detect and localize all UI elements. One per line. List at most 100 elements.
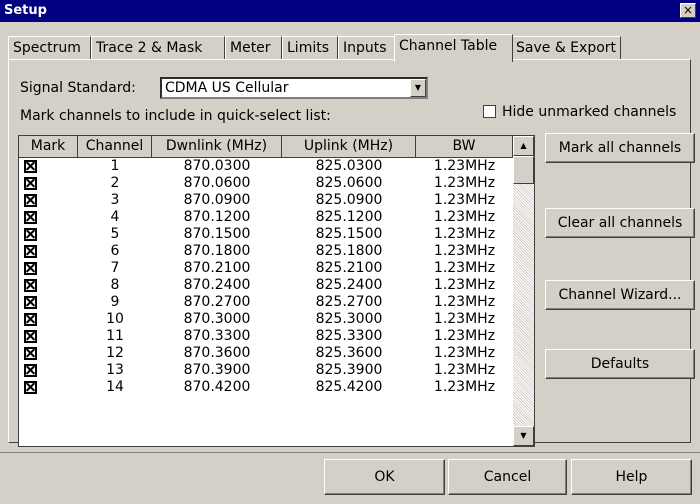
checked-box-icon[interactable]	[24, 330, 37, 343]
channel-table: Mark Channel Dwnlink (MHz) Uplink (MHz) …	[18, 135, 535, 447]
dwnlink-cell: 870.2400	[183, 277, 251, 293]
channel-cell: 8	[110, 277, 120, 293]
table-row[interactable]: 10 870.3000 825.3000 1.23MHz	[19, 311, 514, 328]
channel-cell: 13	[106, 362, 124, 378]
header-uplink[interactable]: Uplink (MHz)	[282, 136, 416, 158]
bw-cell: 1.23MHz	[433, 158, 496, 174]
dwnlink-cell: 870.0300	[183, 158, 251, 174]
checked-box-icon[interactable]	[24, 381, 37, 394]
table-row[interactable]: 7 870.2100 825.2100 1.23MHz	[19, 260, 514, 277]
dwnlink-cell: 870.3000	[183, 311, 251, 327]
dwnlink-cell: 870.3300	[183, 328, 251, 344]
bw-cell: 1.23MHz	[433, 226, 496, 242]
mark-instructions: Mark channels to include in quick-select…	[20, 108, 331, 124]
channel-cell: 5	[110, 226, 120, 242]
dwnlink-cell: 870.0900	[183, 192, 251, 208]
uplink-cell: 825.4200	[315, 379, 383, 395]
table-row[interactable]: 11 870.3300 825.3300 1.23MHz	[19, 328, 514, 345]
header-bw[interactable]: BW	[416, 136, 513, 158]
table-row[interactable]: 3 870.0900 825.0900 1.23MHz	[19, 192, 514, 209]
checked-box-icon[interactable]	[24, 296, 37, 309]
channel-wizard-button[interactable]: Channel Wizard...	[545, 280, 695, 310]
uplink-cell: 825.1500	[315, 226, 383, 242]
channel-cell: 12	[106, 345, 124, 361]
table-row[interactable]: 1 870.0300 825.0300 1.23MHz	[19, 158, 514, 175]
table-row[interactable]: 4 870.1200 825.1200 1.23MHz	[19, 209, 514, 226]
tab-inputs[interactable]: Inputs	[338, 36, 396, 60]
dwnlink-cell: 870.1500	[183, 226, 251, 242]
checked-box-icon[interactable]	[24, 262, 37, 275]
header-channel[interactable]: Channel	[78, 136, 152, 158]
signal-standard-dropdown[interactable]: CDMA US Cellular ▼	[160, 77, 428, 99]
uplink-cell: 825.2100	[315, 260, 383, 276]
mark-all-channels-button[interactable]: Mark all channels	[545, 133, 695, 163]
help-button[interactable]: Help	[571, 459, 692, 495]
dwnlink-cell: 870.1800	[183, 243, 251, 259]
checked-box-icon[interactable]	[24, 160, 37, 173]
clear-all-channels-button[interactable]: Clear all channels	[545, 208, 695, 238]
table-row[interactable]: 8 870.2400 825.2400 1.23MHz	[19, 277, 514, 294]
bw-cell: 1.23MHz	[433, 192, 496, 208]
tab-channel-table[interactable]: Channel Table	[394, 34, 513, 62]
channel-cell: 11	[106, 328, 124, 344]
ok-button[interactable]: OK	[324, 459, 445, 495]
channel-cell: 9	[110, 294, 120, 310]
checked-box-icon[interactable]	[24, 211, 37, 224]
header-mark[interactable]: Mark	[19, 136, 78, 158]
channel-cell: 6	[110, 243, 120, 259]
checked-box-icon[interactable]	[24, 194, 37, 207]
tab-trace2-mask[interactable]: Trace 2 & Mask	[91, 36, 225, 60]
channel-cell: 2	[110, 175, 120, 191]
table-row[interactable]: 13 870.3900 825.3900 1.23MHz	[19, 362, 514, 379]
dwnlink-cell: 870.2700	[183, 294, 251, 310]
channel-cell: 3	[110, 192, 120, 208]
scroll-up-icon[interactable]: ▲	[513, 136, 534, 156]
bw-cell: 1.23MHz	[433, 260, 496, 276]
bw-cell: 1.23MHz	[433, 209, 496, 225]
bw-cell: 1.23MHz	[433, 243, 496, 259]
uplink-cell: 825.0600	[315, 175, 383, 191]
dwnlink-cell: 870.4200	[183, 379, 251, 395]
channel-cell: 14	[106, 379, 124, 395]
uplink-cell: 825.3600	[315, 345, 383, 361]
table-row[interactable]: 12 870.3600 825.3600 1.23MHz	[19, 345, 514, 362]
cancel-button[interactable]: Cancel	[448, 459, 567, 495]
window-title: Setup	[4, 3, 47, 18]
checked-box-icon[interactable]	[24, 364, 37, 377]
close-icon: ×	[682, 3, 694, 17]
scroll-down-icon[interactable]: ▼	[513, 426, 534, 446]
checked-box-icon[interactable]	[24, 347, 37, 360]
checked-box-icon[interactable]	[24, 177, 37, 190]
uplink-cell: 825.3300	[315, 328, 383, 344]
uplink-cell: 825.3900	[315, 362, 383, 378]
checked-box-icon[interactable]	[24, 228, 37, 241]
table-row[interactable]: 5 870.1500 825.1500 1.23MHz	[19, 226, 514, 243]
close-button[interactable]: ×	[680, 3, 696, 18]
dwnlink-cell: 870.3900	[183, 362, 251, 378]
table-row[interactable]: 6 870.1800 825.1800 1.23MHz	[19, 243, 514, 260]
tab-meter[interactable]: Meter	[225, 36, 282, 60]
uplink-cell: 825.3000	[315, 311, 383, 327]
tab-save-export[interactable]: Save & Export	[511, 36, 621, 60]
table-row[interactable]: 9 870.2700 825.2700 1.23MHz	[19, 294, 514, 311]
checked-box-icon[interactable]	[24, 313, 37, 326]
hide-unmarked-checkbox[interactable]	[483, 105, 496, 118]
checked-box-icon[interactable]	[24, 279, 37, 292]
scrollbar-thumb[interactable]	[513, 156, 534, 184]
checked-box-icon[interactable]	[24, 245, 37, 258]
dropdown-arrow-icon[interactable]: ▼	[410, 79, 426, 97]
table-row[interactable]: 14 870.4200 825.4200 1.23MHz	[19, 379, 514, 396]
tab-limits[interactable]: Limits	[282, 36, 338, 60]
bw-cell: 1.23MHz	[433, 311, 496, 327]
header-dwnlink[interactable]: Dwnlink (MHz)	[152, 136, 282, 158]
signal-standard-value: CDMA US Cellular	[165, 80, 289, 96]
channel-cell: 10	[106, 311, 124, 327]
bw-cell: 1.23MHz	[433, 175, 496, 191]
defaults-button[interactable]: Defaults	[545, 349, 695, 379]
tab-spectrum[interactable]: Spectrum	[8, 36, 91, 60]
table-row[interactable]: 2 870.0600 825.0600 1.23MHz	[19, 175, 514, 192]
bw-cell: 1.23MHz	[433, 362, 496, 378]
channel-cell: 7	[110, 260, 120, 276]
signal-standard-label: Signal Standard:	[20, 80, 136, 96]
dwnlink-cell: 870.2100	[183, 260, 251, 276]
